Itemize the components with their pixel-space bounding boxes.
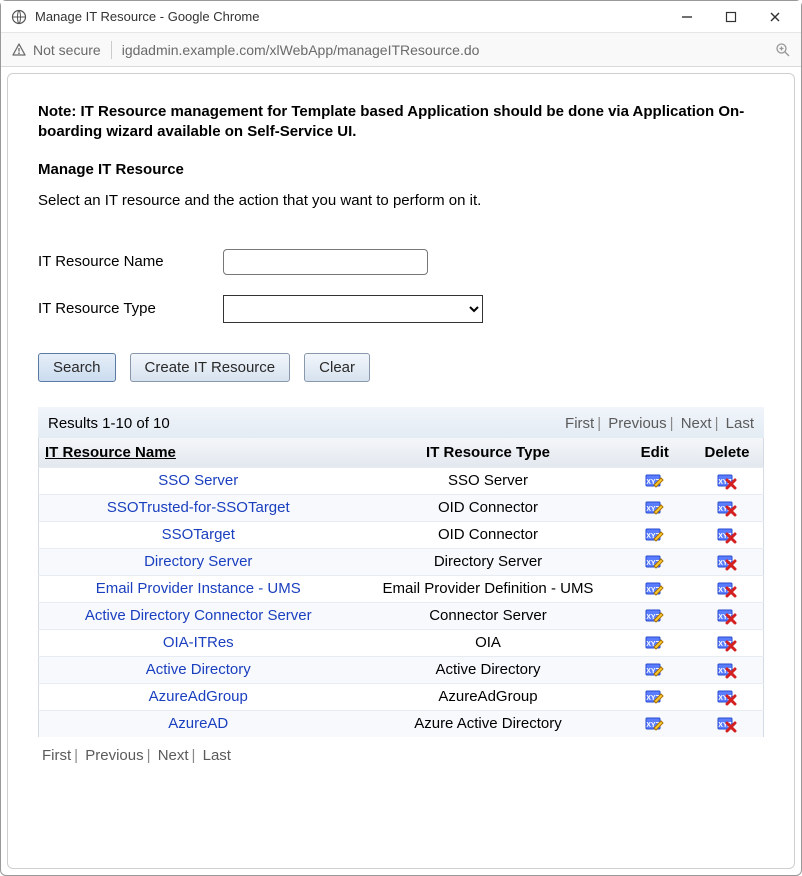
table-row: Email Provider Instance - UMS Email Provi… bbox=[39, 575, 764, 602]
results-count: Results 1-10 of 10 bbox=[48, 415, 565, 432]
delete-icon[interactable]: XYZ bbox=[716, 607, 738, 624]
resource-type-cell: OID Connector bbox=[358, 521, 619, 548]
col-name[interactable]: IT Resource Name bbox=[39, 438, 358, 468]
edit-icon[interactable]: XYZ bbox=[644, 553, 666, 570]
resource-type-cell: Active Directory bbox=[358, 656, 619, 683]
delete-icon[interactable]: XYZ bbox=[716, 634, 738, 651]
table-row: SSO Server SSO Server XYZ XYZ bbox=[39, 467, 764, 494]
search-button[interactable]: Search bbox=[38, 353, 116, 382]
security-warning[interactable]: Not secure bbox=[11, 42, 101, 58]
resource-name-link[interactable]: Directory Server bbox=[144, 553, 252, 570]
table-row: SSOTrusted-for-SSOTarget OID Connector XYZ… bbox=[39, 494, 764, 521]
table-row: AzureAD Azure Active Directory XYZ XYZ bbox=[39, 710, 764, 737]
page-heading: Manage IT Resource bbox=[38, 161, 764, 178]
security-label: Not secure bbox=[33, 42, 101, 58]
pager-last-bottom[interactable]: Last bbox=[203, 747, 231, 764]
resource-name-link[interactable]: SSOTarget bbox=[162, 526, 235, 543]
delete-icon[interactable]: XYZ bbox=[716, 580, 738, 597]
edit-icon[interactable]: XYZ bbox=[644, 715, 666, 732]
edit-icon[interactable]: XYZ bbox=[644, 661, 666, 678]
pager-last[interactable]: Last bbox=[726, 415, 754, 432]
url-text[interactable]: igdadmin.example.com/xlWebApp/manageITRe… bbox=[122, 42, 765, 58]
warning-icon bbox=[11, 42, 27, 58]
resource-type-cell: OID Connector bbox=[358, 494, 619, 521]
resource-type-cell: Directory Server bbox=[358, 548, 619, 575]
window-titlebar: Manage IT Resource - Google Chrome bbox=[1, 1, 801, 33]
edit-icon[interactable]: XYZ bbox=[644, 688, 666, 705]
pager-bottom: First| Previous| Next| Last bbox=[38, 737, 764, 774]
resource-name-link[interactable]: AzureAD bbox=[168, 715, 228, 732]
globe-icon bbox=[11, 9, 27, 25]
resource-name-link[interactable]: SSO Server bbox=[158, 472, 238, 489]
edit-icon[interactable]: XYZ bbox=[644, 580, 666, 597]
resource-name-link[interactable]: OIA-ITRes bbox=[163, 634, 234, 651]
pager-first[interactable]: First bbox=[565, 415, 594, 432]
close-button[interactable] bbox=[753, 2, 797, 32]
resource-name-link[interactable]: Email Provider Instance - UMS bbox=[96, 580, 301, 597]
table-row: OIA-ITRes OIA XYZ XYZ bbox=[39, 629, 764, 656]
resource-type-cell: Connector Server bbox=[358, 602, 619, 629]
window-title: Manage IT Resource - Google Chrome bbox=[35, 9, 665, 24]
zoom-icon[interactable] bbox=[775, 42, 791, 58]
edit-icon[interactable]: XYZ bbox=[644, 607, 666, 624]
resource-name-input[interactable] bbox=[223, 249, 428, 275]
address-bar: Not secure igdadmin.example.com/xlWebApp… bbox=[1, 33, 801, 67]
delete-icon[interactable]: XYZ bbox=[716, 472, 738, 489]
resource-type-cell: AzureAdGroup bbox=[358, 683, 619, 710]
pager-next-bottom[interactable]: Next bbox=[158, 747, 189, 764]
results-table: IT Resource Name IT Resource Type Edit D… bbox=[38, 438, 764, 737]
resource-type-label: IT Resource Type bbox=[38, 300, 223, 317]
edit-icon[interactable]: XYZ bbox=[644, 526, 666, 543]
table-row: AzureAdGroup AzureAdGroup XYZ XYZ bbox=[39, 683, 764, 710]
pager-top: First| Previous| Next| Last bbox=[565, 415, 754, 432]
pager-next[interactable]: Next bbox=[681, 415, 712, 432]
pager-previous[interactable]: Previous bbox=[608, 415, 666, 432]
col-delete: Delete bbox=[691, 438, 764, 468]
instruction-text: Select an IT resource and the action tha… bbox=[38, 192, 764, 209]
resource-type-cell: SSO Server bbox=[358, 467, 619, 494]
clear-button[interactable]: Clear bbox=[304, 353, 370, 382]
delete-icon[interactable]: XYZ bbox=[716, 661, 738, 678]
edit-icon[interactable]: XYZ bbox=[644, 499, 666, 516]
maximize-button[interactable] bbox=[709, 2, 753, 32]
resource-name-link[interactable]: AzureAdGroup bbox=[149, 688, 248, 705]
resource-name-label: IT Resource Name bbox=[38, 253, 223, 270]
table-row: Active Directory Connector Server Connect… bbox=[39, 602, 764, 629]
resource-type-cell: Azure Active Directory bbox=[358, 710, 619, 737]
pager-previous-bottom[interactable]: Previous bbox=[85, 747, 143, 764]
delete-icon[interactable]: XYZ bbox=[716, 526, 738, 543]
resource-type-cell: OIA bbox=[358, 629, 619, 656]
note-banner: Note: IT Resource management for Templat… bbox=[38, 102, 764, 143]
table-row: Active Directory Active Directory XYZ XYZ bbox=[39, 656, 764, 683]
table-row: SSOTarget OID Connector XYZ XYZ bbox=[39, 521, 764, 548]
table-row: Directory Server Directory Server XYZ XYZ bbox=[39, 548, 764, 575]
resource-type-select[interactable] bbox=[223, 295, 483, 323]
delete-icon[interactable]: XYZ bbox=[716, 688, 738, 705]
edit-icon[interactable]: XYZ bbox=[644, 634, 666, 651]
col-edit: Edit bbox=[619, 438, 692, 468]
edit-icon[interactable]: XYZ bbox=[644, 472, 666, 489]
address-divider bbox=[111, 41, 112, 59]
resource-type-cell: Email Provider Definition - UMS bbox=[358, 575, 619, 602]
delete-icon[interactable]: XYZ bbox=[716, 553, 738, 570]
page-content: Note: IT Resource management for Templat… bbox=[7, 73, 795, 869]
resource-name-link[interactable]: Active Directory Connector Server bbox=[85, 607, 312, 624]
pager-first-bottom[interactable]: First bbox=[42, 747, 71, 764]
delete-icon[interactable]: XYZ bbox=[716, 499, 738, 516]
create-it-resource-button[interactable]: Create IT Resource bbox=[130, 353, 291, 382]
minimize-button[interactable] bbox=[665, 2, 709, 32]
resource-name-link[interactable]: SSOTrusted-for-SSOTarget bbox=[107, 499, 290, 516]
col-type: IT Resource Type bbox=[358, 438, 619, 468]
results-header: Results 1-10 of 10 First| Previous| Next… bbox=[38, 407, 764, 438]
resource-name-link[interactable]: Active Directory bbox=[146, 661, 251, 678]
delete-icon[interactable]: XYZ bbox=[716, 715, 738, 732]
